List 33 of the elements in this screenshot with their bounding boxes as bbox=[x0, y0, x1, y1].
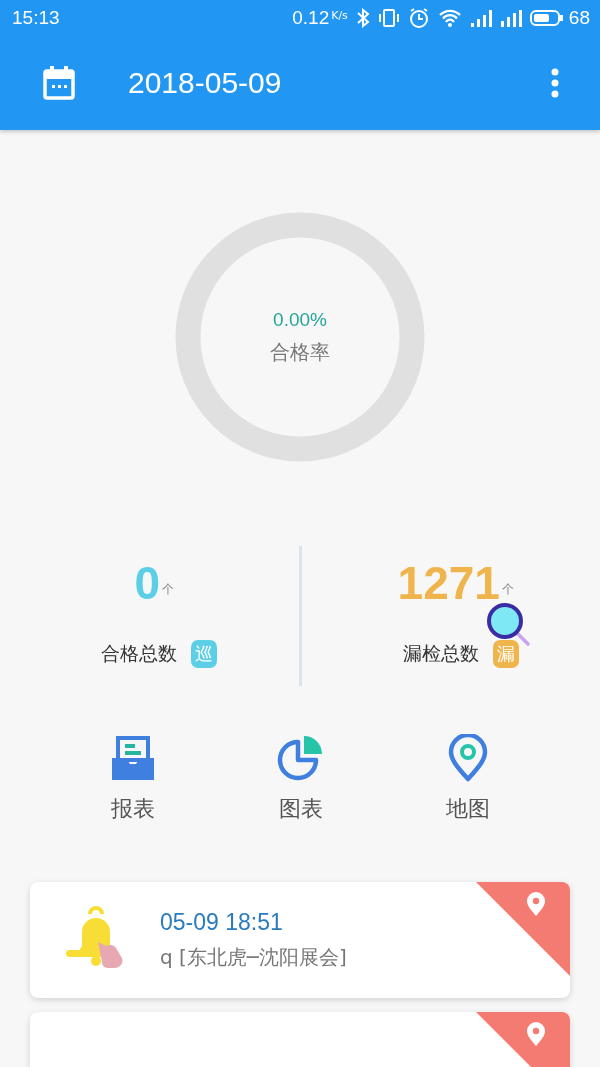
stat-count: 0 bbox=[134, 560, 161, 606]
inbox-icon bbox=[110, 734, 156, 782]
menu-item[interactable]: 图表 bbox=[276, 734, 326, 824]
alert-time: 05-09 18:51 bbox=[160, 909, 284, 936]
network-speed: 0.12 bbox=[292, 7, 330, 29]
menu-item[interactable]: 报表 bbox=[110, 734, 156, 824]
unit-label: 个 bbox=[501, 581, 514, 598]
alarm-icon bbox=[407, 7, 430, 29]
date-title: 2018-05-09 bbox=[128, 66, 283, 100]
rate-value: 0.00% bbox=[273, 308, 327, 331]
stat-label: 合格总数 bbox=[101, 641, 178, 666]
alert-text: q [东北虎─沈阳展会] bbox=[160, 944, 347, 971]
alert-card[interactable]: 05-09 18:51 q [东北虎─沈阳展会] bbox=[30, 882, 570, 998]
location-pin-icon bbox=[447, 734, 489, 782]
location-corner-icon bbox=[476, 882, 570, 976]
battery-percent: 68 bbox=[568, 7, 590, 29]
wifi-icon bbox=[437, 8, 462, 28]
signal-icon bbox=[499, 8, 522, 28]
menu-item[interactable]: 地图 bbox=[446, 734, 490, 824]
stat-tag: 巡 bbox=[191, 640, 218, 668]
stat-count: 1271 bbox=[397, 560, 500, 606]
speed-unit: K/s bbox=[331, 8, 348, 22]
battery-icon bbox=[529, 9, 564, 27]
signal-icon bbox=[469, 8, 492, 28]
bluetooth-icon bbox=[355, 8, 370, 28]
unit-label: 个 bbox=[162, 581, 175, 598]
stat-label: 漏检总数 bbox=[402, 641, 479, 666]
calendar-icon[interactable] bbox=[42, 65, 76, 101]
rate-label: 合格率 bbox=[270, 338, 330, 366]
more-icon[interactable] bbox=[550, 68, 560, 98]
stat-tag: 漏 bbox=[492, 640, 519, 668]
status-time: 15:13 bbox=[12, 7, 60, 29]
vibrate-icon bbox=[377, 8, 400, 28]
